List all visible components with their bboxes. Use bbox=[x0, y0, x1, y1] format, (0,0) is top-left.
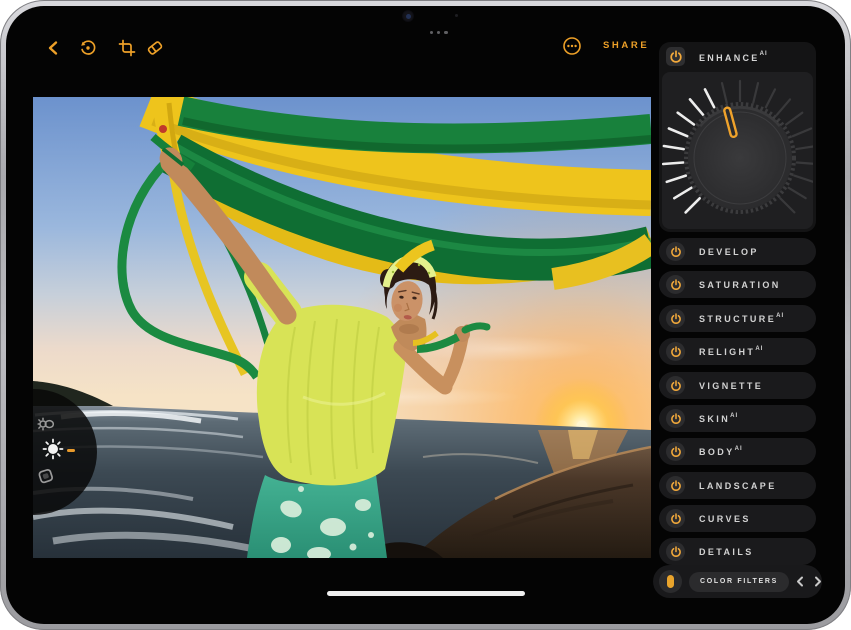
more-ellipsis-icon bbox=[562, 36, 582, 56]
row-label: CURVES bbox=[699, 513, 751, 524]
front-camera bbox=[402, 10, 414, 22]
enhance-power-button[interactable] bbox=[666, 47, 685, 66]
row-label: DEVELOP bbox=[699, 246, 759, 257]
previous-filter-button[interactable] bbox=[795, 575, 806, 589]
row-label: RELIGHTAI bbox=[699, 346, 763, 357]
chevron-right-icon bbox=[812, 576, 823, 587]
adjustment-row-details[interactable]: DETAILS bbox=[659, 538, 816, 565]
crop-button[interactable] bbox=[116, 37, 138, 59]
enhance-panel: ENHANCEAI bbox=[659, 42, 816, 232]
power-icon bbox=[670, 279, 682, 291]
power-icon bbox=[670, 480, 682, 492]
adjustment-row-landscape[interactable]: LANDSCAPE bbox=[659, 472, 816, 499]
power-toggle[interactable] bbox=[666, 342, 685, 361]
multitask-indicator-icon[interactable] bbox=[430, 31, 448, 34]
power-icon bbox=[669, 50, 683, 64]
power-toggle[interactable] bbox=[666, 442, 685, 461]
power-toggle[interactable] bbox=[666, 275, 685, 294]
back-button[interactable] bbox=[43, 37, 65, 59]
enhance-label: ENHANCEAI bbox=[699, 51, 768, 63]
auto-enhance-tool[interactable] bbox=[35, 413, 57, 435]
eraser-icon bbox=[145, 39, 165, 57]
power-icon bbox=[670, 346, 682, 358]
undo-revert-button[interactable] bbox=[77, 37, 99, 59]
power-toggle[interactable] bbox=[666, 476, 685, 495]
adjustment-row-develop[interactable]: DEVELOP bbox=[659, 238, 816, 265]
row-label: VIGNETTE bbox=[699, 380, 763, 391]
adjustment-row-saturation[interactable]: SATURATION bbox=[659, 271, 816, 298]
color-filters-label: COLOR FILTERS bbox=[700, 578, 778, 585]
power-icon bbox=[670, 313, 682, 325]
row-label: DETAILS bbox=[699, 546, 754, 557]
mic-dot bbox=[455, 14, 458, 17]
adjustments-sun-icon bbox=[42, 438, 64, 460]
adjustment-row-curves[interactable]: CURVES bbox=[659, 505, 816, 532]
row-label: SKINAI bbox=[699, 413, 738, 424]
adjustment-row-skin[interactable]: SKINAI bbox=[659, 405, 816, 432]
row-label: SATURATION bbox=[699, 279, 781, 290]
crop-icon bbox=[118, 39, 136, 57]
power-icon bbox=[670, 446, 682, 458]
adjustment-row-structure[interactable]: STRUCTUREAI bbox=[659, 305, 816, 332]
color-filters-bar: COLOR FILTERS bbox=[653, 565, 822, 598]
power-toggle[interactable] bbox=[666, 409, 685, 428]
auto-enhance-icon bbox=[36, 414, 56, 434]
power-icon bbox=[670, 513, 682, 525]
power-icon bbox=[670, 380, 682, 392]
revert-icon bbox=[79, 39, 97, 57]
filters-tool[interactable] bbox=[35, 465, 57, 487]
adjustments-tool[interactable] bbox=[42, 438, 64, 460]
power-toggle[interactable] bbox=[666, 376, 685, 395]
row-label: STRUCTUREAI bbox=[699, 313, 784, 324]
adjustment-row-relight[interactable]: RELIGHTAI bbox=[659, 338, 816, 365]
photo-canvas[interactable] bbox=[33, 97, 651, 558]
filters-icon bbox=[36, 466, 56, 486]
color-filters-thumbnail-icon bbox=[667, 575, 674, 588]
adjustment-row-vignette[interactable]: VIGNETTE bbox=[659, 372, 816, 399]
adjustment-row-body[interactable]: BODYAI bbox=[659, 438, 816, 465]
row-label: LANDSCAPE bbox=[699, 480, 777, 491]
eraser-button[interactable] bbox=[144, 37, 166, 59]
power-toggle[interactable] bbox=[666, 542, 685, 561]
chevron-left-icon bbox=[46, 40, 62, 56]
screen: SHARE bbox=[6, 6, 845, 624]
color-filters-button[interactable]: COLOR FILTERS bbox=[689, 572, 789, 592]
power-icon bbox=[670, 413, 682, 425]
power-icon bbox=[670, 546, 682, 558]
enhance-header: ENHANCEAI bbox=[659, 42, 816, 72]
power-toggle[interactable] bbox=[666, 242, 685, 261]
enhance-knob[interactable] bbox=[662, 72, 813, 229]
home-indicator[interactable] bbox=[327, 591, 525, 596]
chevron-left-icon bbox=[795, 576, 806, 587]
share-button[interactable]: SHARE bbox=[597, 39, 655, 52]
next-filter-button[interactable] bbox=[812, 575, 823, 589]
enhance-knob-zone bbox=[662, 72, 813, 229]
power-icon bbox=[670, 246, 682, 258]
power-toggle[interactable] bbox=[666, 509, 685, 528]
filter-thumbnail-button[interactable] bbox=[659, 570, 682, 593]
ipad-device-frame: SHARE bbox=[0, 0, 851, 630]
power-toggle[interactable] bbox=[666, 309, 685, 328]
row-label: BODYAI bbox=[699, 446, 743, 457]
more-options-button[interactable] bbox=[561, 35, 583, 57]
selected-tool-indicator bbox=[67, 449, 75, 452]
